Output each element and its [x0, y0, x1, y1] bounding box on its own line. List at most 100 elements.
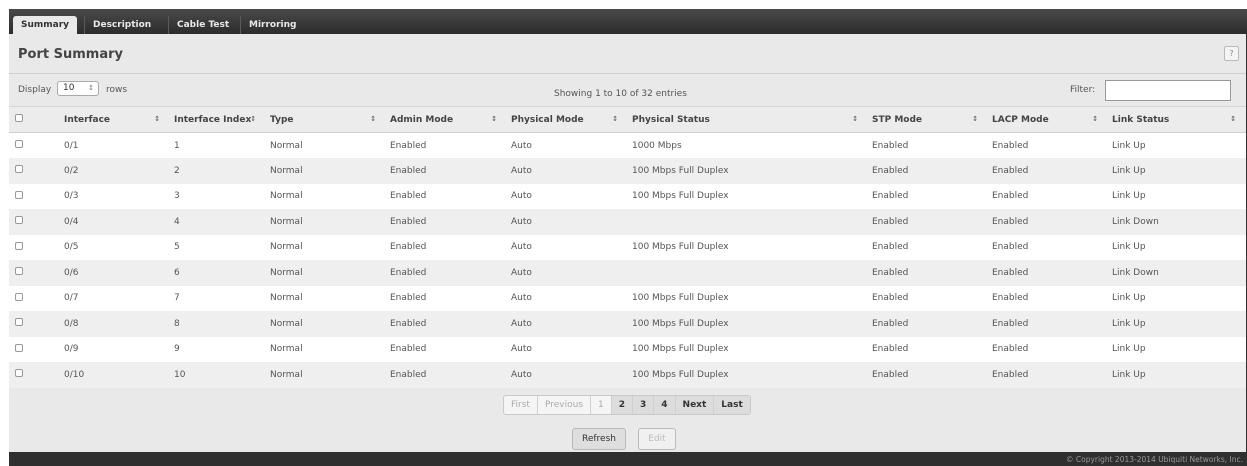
- table-cell: Enabled: [868, 209, 988, 235]
- sort-icon[interactable]: ↕: [1230, 115, 1236, 123]
- table-cell: Link Up: [1108, 336, 1246, 362]
- sort-icon[interactable]: ↕: [491, 115, 497, 123]
- column-header-physical-status[interactable]: Physical Status ↕: [628, 106, 868, 133]
- row-checkbox-cell: [9, 362, 60, 388]
- table-cell: Normal: [266, 158, 386, 184]
- row-checkbox[interactable]: [15, 267, 23, 276]
- table-row[interactable]: 0/4 4 Normal Enabled Auto Enabled Enabled Link …: [9, 209, 1246, 235]
- table-row[interactable]: 0/1 1 Normal Enabled Auto 1000 Mbps Enabled Ena…: [9, 132, 1246, 158]
- filter-input[interactable]: [1105, 80, 1231, 101]
- table-cell: Enabled: [868, 234, 988, 260]
- row-checkbox[interactable]: [15, 318, 23, 327]
- column-header-label: Type: [270, 114, 294, 125]
- table-row[interactable]: 0/9 9 Normal Enabled Auto 100 Mbps Full Duple…: [9, 336, 1246, 362]
- tab-summary[interactable]: Summary: [13, 16, 78, 34]
- table-cell: 0/10: [60, 362, 170, 388]
- table-cell: 100 Mbps Full Duplex: [628, 183, 868, 209]
- page-3-button[interactable]: 3: [633, 396, 655, 414]
- column-header-link-status[interactable]: Link Status ↕: [1108, 106, 1246, 133]
- table-cell: 8: [170, 311, 266, 337]
- table-cell: 7: [170, 285, 266, 311]
- table-cell: Auto: [507, 209, 628, 235]
- column-header-interface[interactable]: Interface ↕: [60, 106, 170, 133]
- table-row[interactable]: 0/8 8 Normal Enabled Auto 100 Mbps Full Duple…: [9, 311, 1246, 337]
- table-cell: Link Up: [1108, 311, 1246, 337]
- page-1-button[interactable]: 1: [591, 396, 612, 414]
- table-cell: Enabled: [868, 285, 988, 311]
- copyright-text: © Copyright 2013-2014 Ubiquiti Networks,…: [1066, 455, 1243, 464]
- row-checkbox[interactable]: [15, 216, 23, 225]
- last-page-button[interactable]: Last: [714, 396, 750, 414]
- row-checkbox[interactable]: [15, 140, 23, 148]
- title-row: Port Summary ?: [9, 34, 1246, 74]
- table-row[interactable]: 0/7 7 Normal Enabled Auto 100 Mbps Full Duple…: [9, 285, 1246, 311]
- refresh-button[interactable]: Refresh: [572, 428, 626, 450]
- row-checkbox-cell: [9, 158, 60, 184]
- previous-page-button[interactable]: Previous: [538, 396, 591, 414]
- page-2-button[interactable]: 2: [611, 396, 633, 414]
- table-row[interactable]: 0/6 6 Normal Enabled Auto Enabled Enabled Link …: [9, 260, 1246, 286]
- row-checkbox[interactable]: [15, 369, 23, 378]
- row-checkbox[interactable]: [15, 190, 23, 199]
- next-page-button[interactable]: Next: [675, 396, 715, 414]
- sort-icon[interactable]: ↕: [154, 115, 160, 123]
- table-cell: Enabled: [988, 158, 1108, 184]
- table-cell: 100 Mbps Full Duplex: [628, 311, 868, 337]
- tab-mirroring[interactable]: Mirroring: [240, 16, 304, 34]
- table-cell: 0/1: [60, 132, 170, 158]
- table-cell: Enabled: [386, 285, 507, 311]
- sort-icon[interactable]: ↕: [250, 115, 256, 123]
- column-header-label: Link Status: [1112, 114, 1170, 125]
- column-header-physical-mode[interactable]: Physical Mode ↕: [507, 106, 628, 133]
- table-cell: Enabled: [386, 260, 507, 286]
- row-checkbox[interactable]: [15, 165, 23, 174]
- column-header-label: Admin Mode: [390, 114, 454, 125]
- table-cell: 1: [170, 132, 266, 158]
- rows-per-page-select[interactable]: 10 ↕: [57, 81, 99, 96]
- table-cell: Normal: [266, 362, 386, 388]
- row-checkbox[interactable]: [15, 292, 23, 301]
- sort-icon[interactable]: ↕: [612, 115, 618, 123]
- select-all-checkbox[interactable]: [15, 114, 23, 122]
- sort-icon[interactable]: ↕: [852, 115, 858, 123]
- edit-button[interactable]: Edit: [638, 428, 676, 450]
- sort-icon[interactable]: ↕: [1092, 115, 1098, 123]
- table-cell: Enabled: [386, 311, 507, 337]
- column-header-admin-mode[interactable]: Admin Mode ↕: [386, 106, 507, 133]
- table-cell: Enabled: [386, 183, 507, 209]
- row-checkbox[interactable]: [15, 343, 23, 352]
- page-4-button[interactable]: 4: [654, 396, 676, 414]
- select-all-checkbox-cell: [9, 106, 60, 133]
- table-cell: 100 Mbps Full Duplex: [628, 285, 868, 311]
- sort-icon[interactable]: ↕: [370, 115, 376, 123]
- column-header-label: Physical Mode: [511, 114, 584, 125]
- table-cell: Auto: [507, 362, 628, 388]
- row-checkbox[interactable]: [15, 241, 23, 250]
- sort-icon[interactable]: ↕: [972, 115, 978, 123]
- footer: © Copyright 2013-2014 Ubiquiti Networks,…: [9, 452, 1247, 466]
- table-cell: Enabled: [386, 362, 507, 388]
- column-header-type[interactable]: Type ↕: [266, 106, 386, 133]
- rows-label: rows: [106, 85, 128, 95]
- table-cell: Enabled: [988, 209, 1108, 235]
- table-cell: 0/5: [60, 234, 170, 260]
- column-header-interface-index[interactable]: Interface Index ↕: [170, 106, 266, 133]
- table-row[interactable]: 0/2 2 Normal Enabled Auto 100 Mbps Full Duple…: [9, 158, 1246, 184]
- help-icon[interactable]: ?: [1224, 46, 1239, 61]
- table-cell: Normal: [266, 285, 386, 311]
- tab-cable-test[interactable]: Cable Test: [168, 16, 237, 34]
- first-page-button[interactable]: First: [504, 396, 538, 414]
- table-row[interactable]: 0/3 3 Normal Enabled Auto 100 Mbps Full Duple…: [9, 183, 1246, 209]
- table-row[interactable]: 0/10 10 Normal Enabled Auto 100 Mbps Full Dup…: [9, 362, 1246, 388]
- table-row[interactable]: 0/5 5 Normal Enabled Auto 100 Mbps Full Duple…: [9, 234, 1246, 260]
- table-cell: Enabled: [988, 285, 1108, 311]
- rows-per-page-value: 10: [63, 83, 75, 93]
- table-cell: Link Down: [1108, 209, 1246, 235]
- tab-description[interactable]: Description: [84, 16, 159, 34]
- column-header-stp-mode[interactable]: STP Mode ↕: [868, 106, 988, 133]
- table-cell: 5: [170, 234, 266, 260]
- column-header-lacp-mode[interactable]: LACP Mode ↕: [988, 106, 1108, 133]
- table-cell: Enabled: [386, 336, 507, 362]
- table-cell: Enabled: [988, 183, 1108, 209]
- table-cell: 3: [170, 183, 266, 209]
